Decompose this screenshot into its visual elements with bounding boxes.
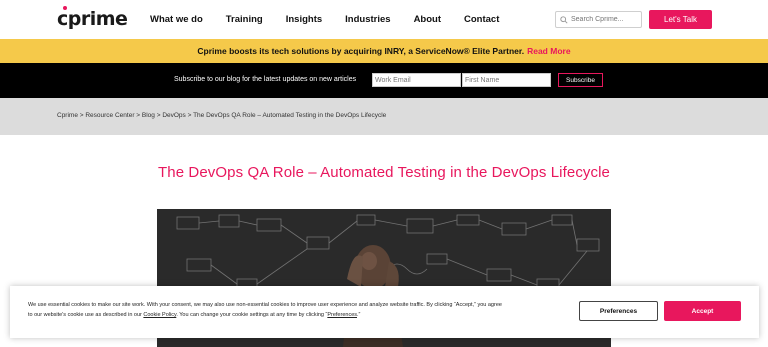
cookie-line-1: We use essential cookies to make our sit… — [28, 302, 502, 308]
page: cprime What we do Training Insights Indu… — [0, 0, 768, 347]
announcement-text: Cprime boosts its tech solutions by acqu… — [197, 46, 525, 56]
cookie-banner: We use essential cookies to make our sit… — [10, 286, 759, 338]
nav-what-we-do[interactable]: What we do — [150, 14, 203, 25]
cprime-logo[interactable]: cprime — [57, 6, 128, 30]
search-box[interactable] — [555, 11, 642, 28]
subscribe-text: Subscribe to our blog for the latest upd… — [174, 76, 357, 83]
search-input[interactable] — [571, 16, 641, 23]
cookie-line-2: to our website's cookie use as described… — [28, 310, 573, 320]
nav-industries[interactable]: Industries — [345, 14, 390, 25]
breadcrumb[interactable]: Cprime > Resource Center > Blog > DevOps… — [57, 112, 386, 119]
main-nav: What we do Training Insights Industries … — [150, 14, 522, 25]
cookie-line-2-mid: . You can change your cookie settings at… — [176, 312, 328, 318]
preferences-link[interactable]: Preferences — [327, 312, 357, 318]
search-icon — [560, 11, 568, 29]
cookie-line-2-pre: to our website's cookie use as described… — [28, 312, 144, 318]
nav-insights[interactable]: Insights — [286, 14, 322, 25]
preferences-button[interactable]: Preferences — [579, 301, 658, 321]
cookie-text: We use essential cookies to make our sit… — [28, 300, 573, 320]
subscribe-button[interactable]: Subscribe — [558, 73, 603, 87]
lets-talk-button[interactable]: Let's Talk — [649, 10, 712, 29]
announcement-bar: Cprime boosts its tech solutions by acqu… — [0, 39, 768, 63]
cookie-line-2-post: .” — [357, 312, 361, 318]
page-title: The DevOps QA Role – Automated Testing i… — [158, 164, 610, 181]
first-name-field[interactable]: First Name — [462, 73, 551, 87]
logo-dot — [63, 6, 67, 10]
read-more-link[interactable]: Read More — [527, 46, 570, 56]
nav-training[interactable]: Training — [226, 14, 263, 25]
accept-button[interactable]: Accept — [664, 301, 741, 321]
logo-text: cprime — [57, 8, 128, 30]
nav-about[interactable]: About — [414, 14, 441, 25]
subscribe-bar: Subscribe to our blog for the latest upd… — [0, 63, 768, 98]
site-header: cprime What we do Training Insights Indu… — [0, 0, 768, 39]
work-email-field[interactable]: Work Email — [372, 73, 461, 87]
nav-contact[interactable]: Contact — [464, 14, 499, 25]
breadcrumb-bar: Cprime > Resource Center > Blog > DevOps… — [0, 98, 768, 135]
cookie-policy-link[interactable]: Cookie Policy — [143, 312, 176, 318]
